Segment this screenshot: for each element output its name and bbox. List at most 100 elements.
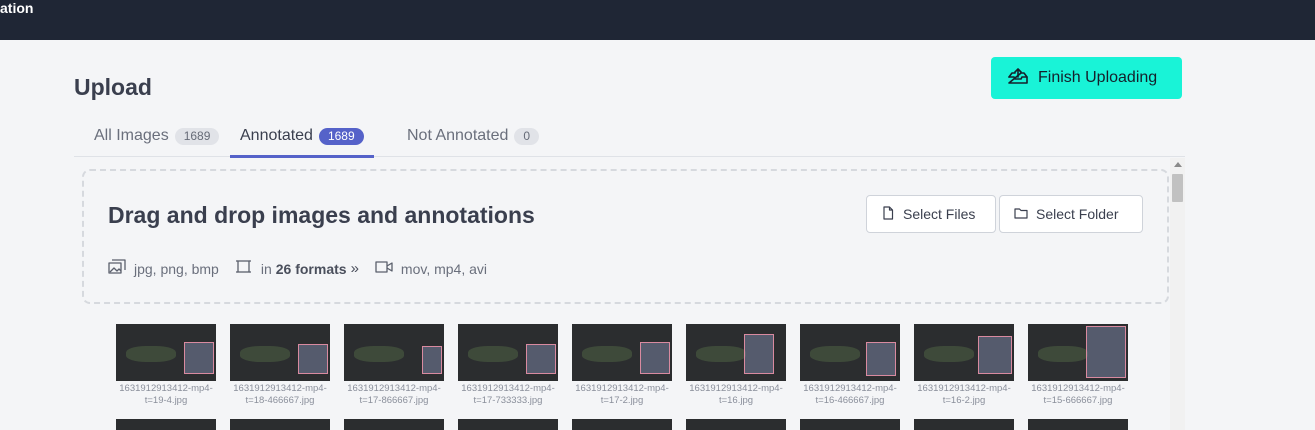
annotation-prefix: in — [260, 260, 272, 277]
select-files-button[interactable]: Select Files — [866, 195, 996, 233]
annotation-box — [866, 342, 896, 376]
video-formats-text: mov, mp4, avi — [400, 260, 488, 277]
app-title: ation — [0, 0, 34, 16]
thumbnail-background — [126, 346, 176, 362]
thumbnail-background — [354, 346, 404, 362]
thumbnail-background — [468, 346, 518, 362]
image-thumbnail[interactable] — [800, 419, 900, 430]
tab-label: All Images — [94, 127, 169, 144]
filename-line-2: t=18-466667.jpg — [245, 395, 315, 406]
filename-line-1: 1631912913412-mp4- — [575, 383, 669, 394]
filename-line-2: t=15-666667.jpg — [1043, 395, 1113, 406]
bounding-box-icon — [235, 259, 261, 278]
image-thumbnail[interactable] — [572, 419, 672, 430]
image-thumbnail[interactable] — [344, 419, 444, 430]
filename-line-2: t=19-4.jpg — [144, 395, 188, 406]
image-thumbnail[interactable] — [458, 419, 558, 430]
thumbnail-background — [810, 346, 860, 362]
dropzone-title: Drag and drop images and annotations — [108, 202, 535, 228]
image-filename: 1631912913412-mp4- t=16-2.jpg — [907, 383, 1021, 407]
filename-line-1: 1631912913412-mp4- — [1031, 383, 1125, 394]
image-thumbnail[interactable] — [1028, 324, 1128, 381]
double-chevron-right-icon: » — [350, 260, 359, 277]
image-thumbnail[interactable] — [458, 324, 558, 381]
filename-line-1: 1631912913412-mp4- — [803, 383, 897, 394]
images-icon — [108, 259, 134, 278]
image-formats-text: jpg, png, bmp — [134, 260, 219, 277]
tab-all-images[interactable]: All Images 1689 — [94, 116, 220, 156]
annotation-formats-text: 26 formats — [275, 260, 347, 277]
image-thumbnail[interactable] — [344, 324, 444, 381]
filename-line-1: 1631912913412-mp4- — [119, 383, 213, 394]
video-camera-icon — [375, 259, 401, 278]
select-files-label: Select Files — [903, 206, 976, 222]
upload-tray-icon — [1007, 67, 1029, 90]
finish-uploading-label: Finish Uploading — [1038, 69, 1158, 86]
image-thumbnail[interactable] — [686, 324, 786, 381]
tab-label: Not Annotated — [407, 127, 509, 144]
finish-uploading-button[interactable]: Finish Uploading — [991, 57, 1182, 99]
dropzone[interactable]: Drag and drop images and annotations Sel… — [82, 169, 1169, 304]
tab-count-badge: 1689 — [174, 127, 220, 145]
scrollbar-thumb[interactable] — [1172, 174, 1183, 202]
image-thumbnail[interactable] — [230, 324, 330, 381]
filename-line-1: 1631912913412-mp4- — [347, 383, 441, 394]
image-filename: 1631912913412-mp4- t=19-4.jpg — [109, 383, 223, 407]
image-thumbnail[interactable] — [914, 419, 1014, 430]
folder-icon — [1014, 206, 1036, 223]
annotation-box — [978, 336, 1012, 374]
filename-line-1: 1631912913412-mp4- — [233, 383, 327, 394]
supported-formats: jpg, png, bmp in 26 formats » mov, mp4, … — [108, 259, 503, 278]
image-thumbnail[interactable] — [1028, 419, 1128, 430]
image-thumbnail[interactable] — [914, 324, 1014, 381]
tab-label: Annotated — [240, 127, 313, 144]
filename-line-2: t=16-2.jpg — [942, 395, 986, 406]
video-formats: mov, mp4, avi — [375, 259, 487, 278]
image-thumbnail[interactable] — [800, 324, 900, 381]
image-formats: jpg, png, bmp — [108, 259, 219, 278]
top-navbar: ation — [0, 0, 1315, 40]
select-folder-button[interactable]: Select Folder — [999, 195, 1143, 233]
filename-line-2: t=17-866667.jpg — [359, 395, 429, 406]
image-thumbnail[interactable] — [686, 419, 786, 430]
image-thumbnail[interactable] — [116, 324, 216, 381]
select-folder-label: Select Folder — [1036, 206, 1119, 222]
file-icon — [881, 205, 903, 223]
upload-tabs: All Images 1689 Annotated 1689 Not Annot… — [74, 116, 1185, 158]
thumbnail-background — [696, 346, 746, 362]
filename-line-1: 1631912913412-mp4- — [461, 383, 555, 394]
thumbnail-background — [1038, 346, 1088, 362]
annotation-box — [298, 344, 328, 374]
scroll-up-arrow-icon[interactable] — [1174, 162, 1182, 167]
image-filename: 1631912913412-mp4- t=16.jpg — [679, 383, 793, 407]
filename-line-2: t=17-733333.jpg — [473, 395, 543, 406]
image-filename: 1631912913412-mp4- t=17-866667.jpg — [337, 383, 451, 407]
tab-annotated[interactable]: Annotated 1689 — [230, 116, 374, 158]
thumbnail-background — [240, 346, 290, 362]
filename-line-1: 1631912913412-mp4- — [917, 383, 1011, 394]
image-thumbnail[interactable] — [572, 324, 672, 381]
annotation-box — [526, 344, 556, 374]
filename-line-2: t=17-2.jpg — [600, 395, 644, 406]
thumbnail-background — [924, 346, 974, 362]
image-filename: 1631912913412-mp4- t=18-466667.jpg — [223, 383, 337, 407]
tab-not-annotated[interactable]: Not Annotated 0 — [407, 116, 540, 156]
filename-line-1: 1631912913412-mp4- — [689, 383, 783, 394]
tab-count-badge: 1689 — [318, 127, 364, 145]
annotation-box — [744, 334, 774, 374]
annotation-box — [184, 342, 214, 374]
image-thumbnail[interactable] — [116, 419, 216, 430]
image-filename: 1631912913412-mp4- t=15-666667.jpg — [1021, 383, 1135, 407]
image-filename: 1631912913412-mp4- t=17-733333.jpg — [451, 383, 565, 407]
filename-line-2: t=16.jpg — [718, 395, 754, 406]
page-title: Upload — [74, 74, 152, 100]
annotation-box — [640, 342, 670, 374]
image-filename: 1631912913412-mp4- t=16-466667.jpg — [793, 383, 907, 407]
thumbnail-background — [582, 346, 632, 362]
annotation-box — [422, 346, 442, 374]
image-filename: 1631912913412-mp4- t=17-2.jpg — [565, 383, 679, 407]
tab-count-badge: 0 — [514, 127, 540, 145]
annotation-formats-link[interactable]: in 26 formats » — [235, 259, 359, 278]
image-thumbnail[interactable] — [230, 419, 330, 430]
filename-line-2: t=16-466667.jpg — [815, 395, 885, 406]
